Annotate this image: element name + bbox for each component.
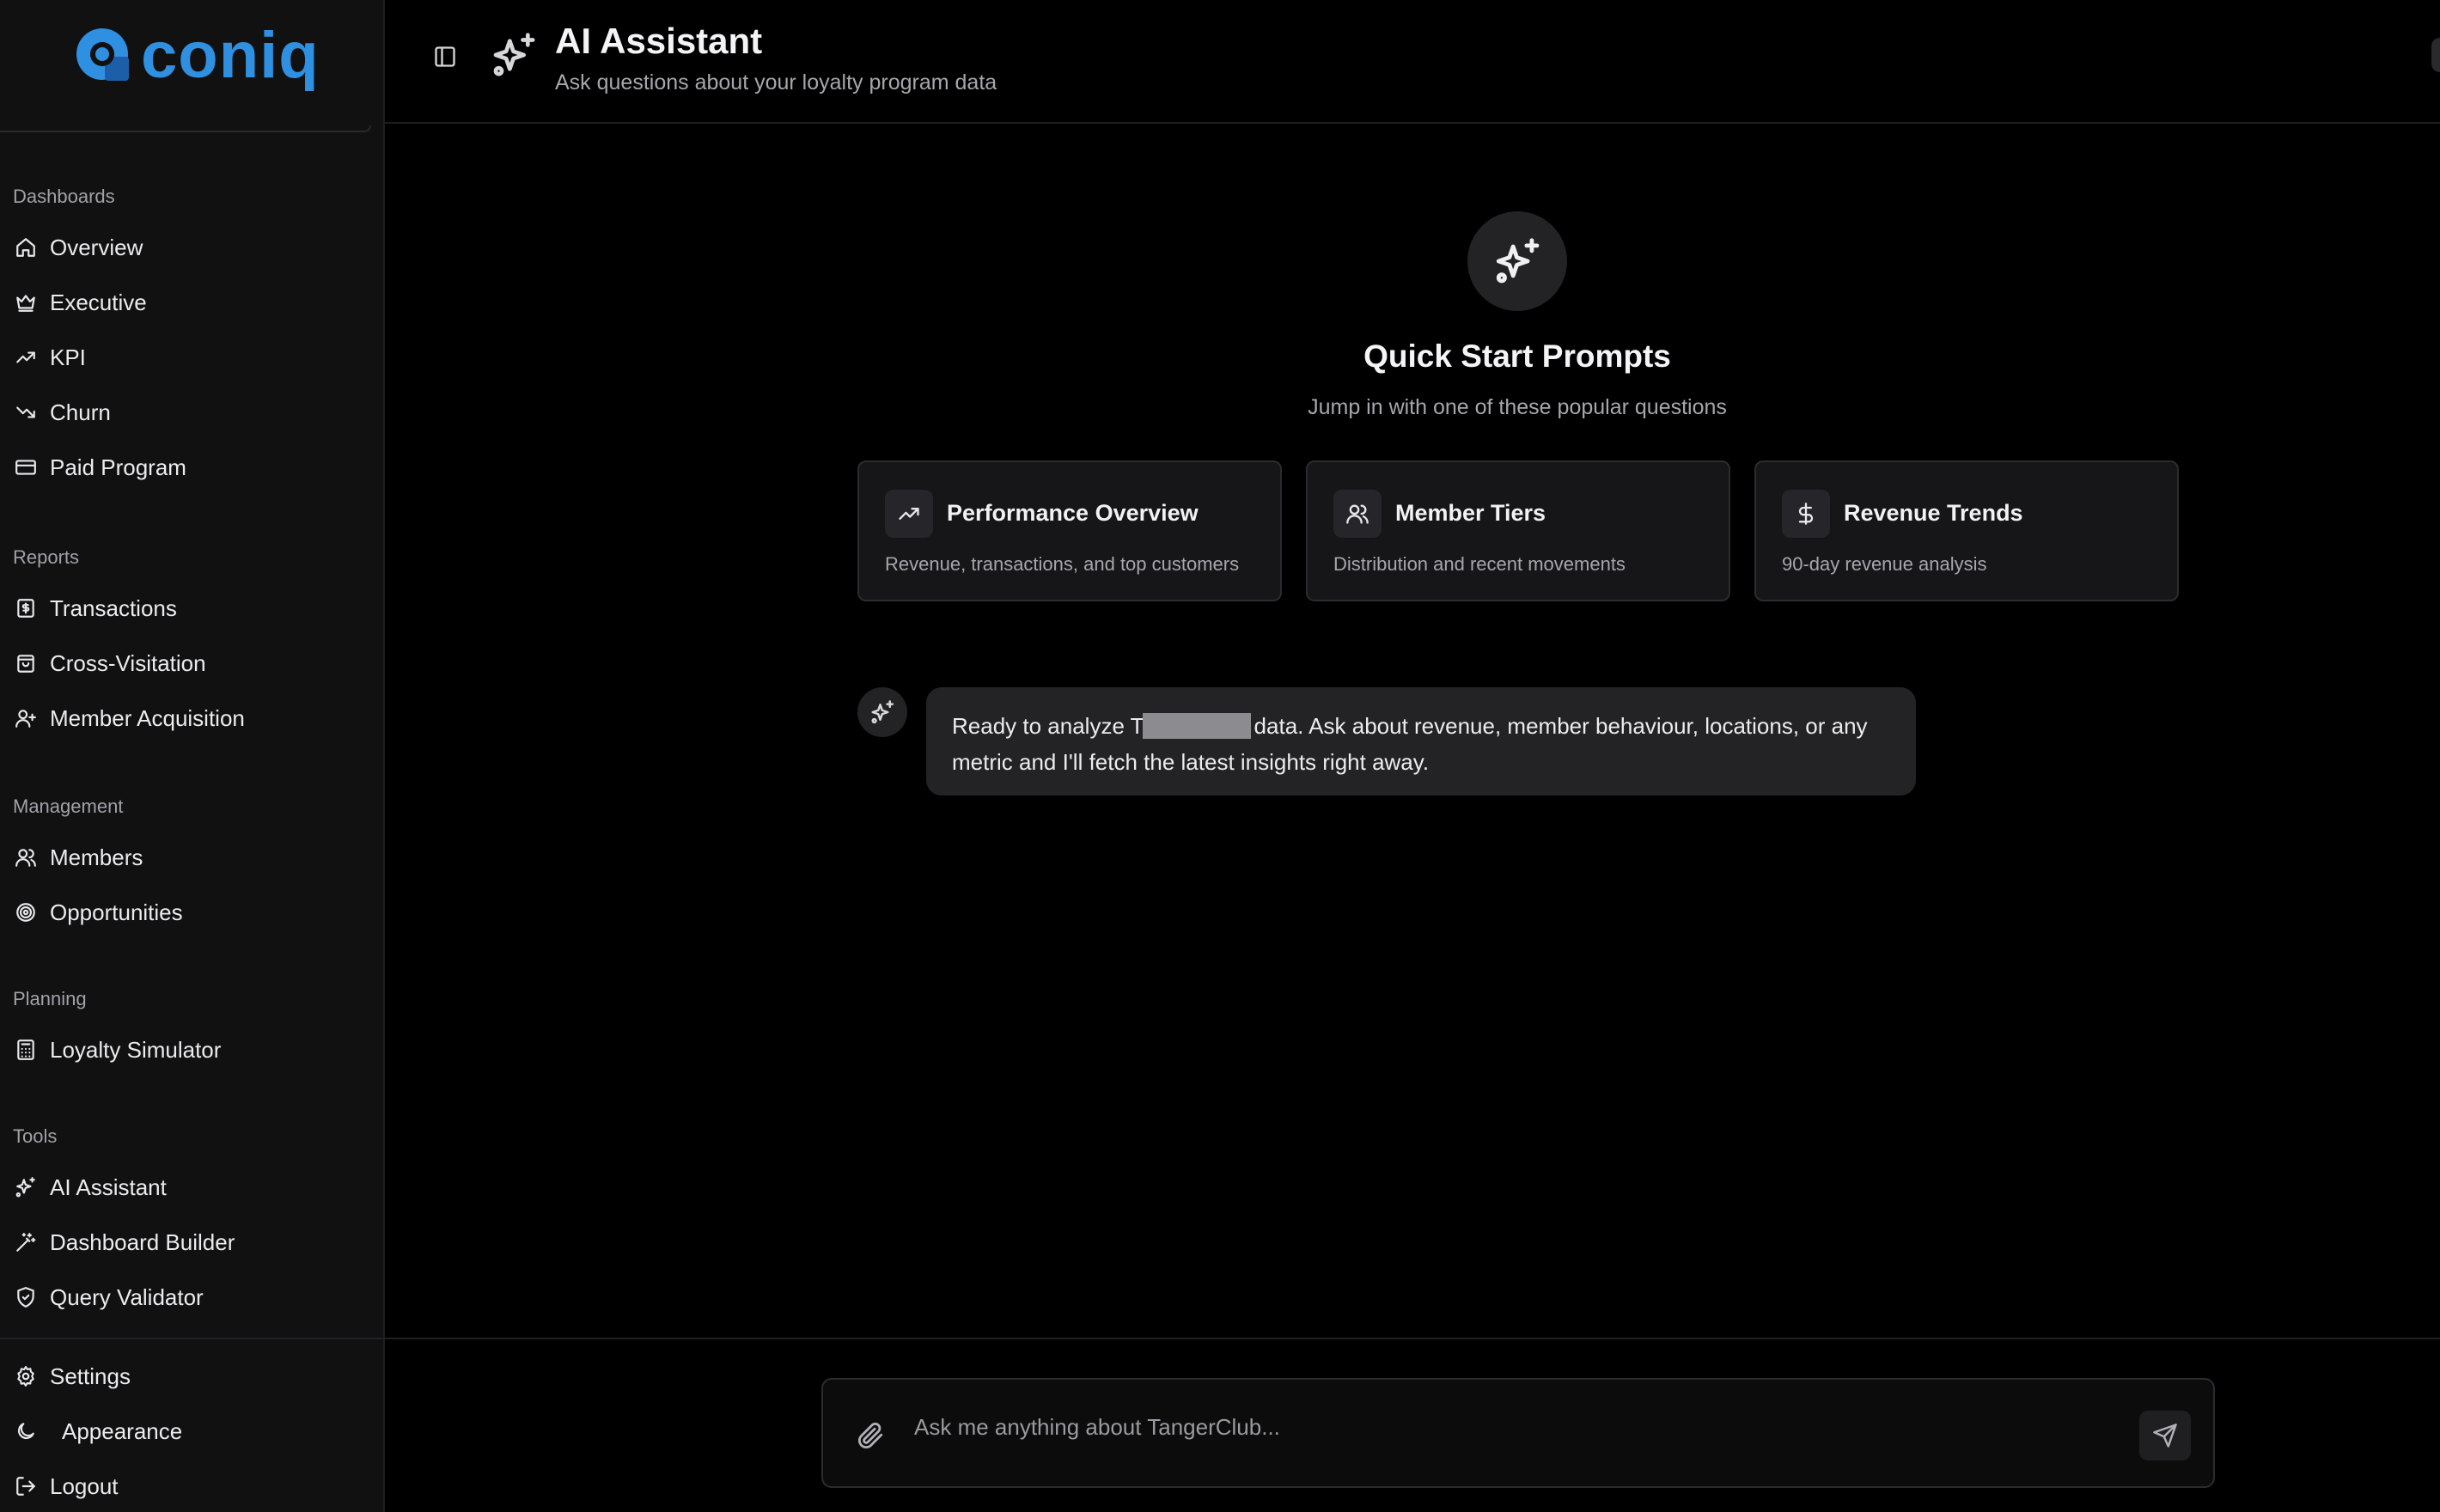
sidebar-item-label: Member Acquisition — [50, 704, 245, 731]
trending-up-icon — [14, 345, 38, 369]
sidebar-item-query-validator[interactable]: Query Validator — [0, 1271, 378, 1323]
target-icon — [14, 900, 38, 924]
chat-input[interactable] — [914, 1405, 2117, 1448]
assistant-avatar — [857, 687, 907, 737]
home-icon — [14, 235, 38, 259]
sparkles-icon — [1496, 238, 1540, 284]
sidebar-item-settings[interactable]: Settings — [0, 1350, 378, 1402]
dollar-icon — [1782, 490, 1830, 538]
users-icon — [1333, 490, 1382, 538]
sparkles-icon — [871, 700, 894, 724]
section-label-dashboards: Dashboards — [13, 186, 115, 207]
avatar[interactable] — [2431, 38, 2440, 72]
logout-icon — [14, 1474, 38, 1498]
sidebar-item-label: Appearance — [62, 1418, 183, 1444]
sidebar-item-label: KPI — [50, 344, 86, 370]
sidebar-item-members[interactable]: Members — [0, 832, 378, 883]
sidebar-item-label: Dashboard Builder — [50, 1228, 235, 1255]
shield-check-icon — [14, 1285, 38, 1309]
coniq-logo-icon — [76, 28, 129, 81]
redacted-text — [1142, 713, 1251, 739]
trending-up-icon — [885, 490, 933, 538]
credit-card-icon — [14, 455, 38, 479]
gear-icon — [14, 1364, 38, 1388]
sidebar-item-label: Overview — [50, 234, 143, 260]
sidebar-item-label: Churn — [50, 399, 111, 425]
sidebar-divider — [0, 1338, 385, 1339]
moon-icon — [14, 1419, 38, 1443]
sidebar: coniq Dashboards Overview Executive KPI … — [0, 0, 385, 1512]
receipt-dollar-icon — [14, 596, 38, 620]
paperclip-icon — [857, 1422, 883, 1449]
sidebar-item-label: Paid Program — [50, 454, 186, 480]
sidebar-item-logout[interactable]: Logout — [0, 1460, 378, 1512]
sidebar-item-cross-visitation[interactable]: Cross-Visitation — [0, 637, 378, 689]
sidebar-item-ai-assistant[interactable]: AI Assistant — [0, 1161, 378, 1213]
page-title: AI Assistant — [555, 21, 763, 61]
sidebar-item-label: AI Assistant — [50, 1174, 167, 1200]
shopping-bag-icon — [14, 651, 38, 675]
sidebar-item-label: Loyalty Simulator — [50, 1036, 222, 1063]
sidebar-item-churn[interactable]: Churn — [0, 387, 378, 438]
prompt-card-title: Member Tiers — [1395, 500, 1546, 526]
section-label-tools: Tools — [13, 1125, 58, 1147]
sidebar-item-label: Query Validator — [50, 1283, 204, 1310]
sidebar-item-opportunities[interactable]: Opportunities — [0, 887, 378, 938]
sidebar-item-label: Cross-Visitation — [50, 649, 206, 676]
page-subtitle: Ask questions about your loyalty program… — [555, 70, 997, 94]
sparkles-icon — [490, 31, 538, 79]
sidebar-toggle-button[interactable] — [430, 41, 461, 72]
sidebar-item-label: Executive — [50, 289, 147, 315]
sidebar-item-loyalty-simulator[interactable]: Loyalty Simulator — [0, 1024, 378, 1076]
attach-button[interactable] — [856, 1421, 887, 1452]
message-text-start: Ready to analyze T — [952, 713, 1144, 739]
calculator-icon — [14, 1038, 38, 1062]
quick-start-title: Quick Start Prompts — [1363, 338, 1671, 374]
prompt-card-title: Revenue Trends — [1844, 500, 2023, 526]
sidebar-item-executive[interactable]: Executive — [0, 277, 378, 328]
prompt-card-description: 90-day revenue analysis — [1782, 553, 1987, 575]
sidebar-item-paid-program[interactable]: Paid Program — [0, 442, 378, 493]
section-label-reports: Reports — [13, 546, 80, 568]
assistant-message: Ready to analyze Tdata. Ask about revenu… — [926, 687, 1916, 796]
trending-down-icon — [14, 400, 38, 424]
prompt-card-member-tiers[interactable]: Member Tiers Distribution and recent mov… — [1306, 460, 1730, 601]
logo-wordmark: coniq — [141, 19, 320, 92]
section-label-planning: Planning — [13, 988, 87, 1009]
logo[interactable]: coniq — [70, 22, 320, 89]
sidebar-item-dashboard-builder[interactable]: Dashboard Builder — [0, 1216, 378, 1268]
sidebar-item-overview[interactable]: Overview — [0, 222, 378, 273]
sidebar-item-label: Opportunities — [50, 899, 183, 925]
sidebar-item-appearance[interactable]: Appearance — [0, 1405, 378, 1457]
prompt-card-performance-overview[interactable]: Performance Overview Revenue, transactio… — [857, 460, 1282, 601]
sidebar-item-transactions[interactable]: Transactions — [0, 582, 378, 634]
sidebar-item-kpi[interactable]: KPI — [0, 332, 378, 383]
sidebar-item-label: Transactions — [50, 594, 177, 621]
sparkles-icon — [14, 1175, 38, 1199]
sidebar-item-label: Logout — [50, 1472, 119, 1499]
send-button[interactable] — [2139, 1411, 2191, 1460]
crown-icon — [14, 290, 38, 314]
wand-icon — [14, 1230, 38, 1254]
prompt-card-description: Distribution and recent movements — [1333, 553, 1626, 575]
section-label-management: Management — [13, 796, 124, 817]
sidebar-item-label: Members — [50, 844, 143, 870]
send-icon — [2153, 1424, 2177, 1448]
quick-start-subtitle: Jump in with one of these popular questi… — [1308, 395, 1727, 419]
page-header — [385, 0, 2440, 124]
prompt-card-revenue-trends[interactable]: Revenue Trends 90-day revenue analysis — [1754, 460, 2179, 601]
panel-left-icon — [435, 46, 455, 67]
sidebar-item-label: Settings — [50, 1363, 131, 1389]
sidebar-item-member-acquisition[interactable]: Member Acquisition — [0, 692, 378, 744]
user-plus-icon — [14, 706, 38, 730]
sidebar-top-divider — [0, 125, 371, 132]
prompt-card-description: Revenue, transactions, and top customers — [885, 553, 1240, 575]
quick-start-badge — [1467, 211, 1567, 311]
prompt-card-title: Performance Overview — [947, 500, 1199, 526]
users-icon — [14, 845, 38, 869]
